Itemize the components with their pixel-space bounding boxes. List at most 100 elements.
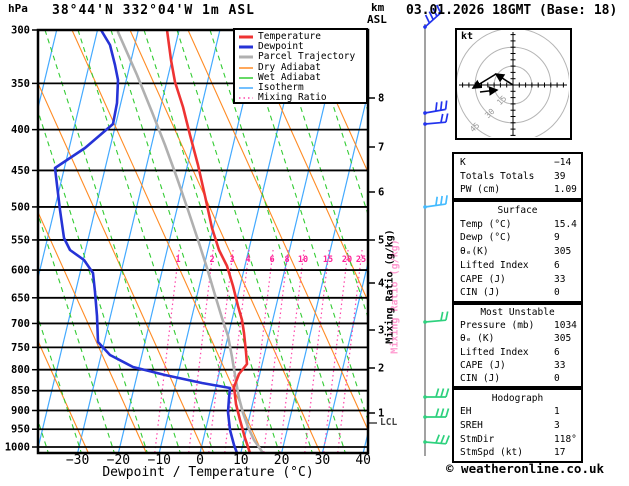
- table-row-value: 15.4: [554, 218, 577, 230]
- station-title: 38°44'N 332°04'W 1m ASL: [52, 3, 256, 18]
- mixing-ratio-line: [323, 249, 349, 453]
- legend-line-sample: [239, 97, 253, 99]
- table-row-label: CAPE (J): [460, 273, 506, 285]
- table-row-label: θₑ(K): [460, 246, 489, 257]
- table-row-label: CIN (J): [460, 372, 501, 384]
- mixing-ratio-value-label: 15: [323, 255, 333, 265]
- table-row-value: 1.09: [554, 184, 577, 196]
- most-unstable-table: Most Unstable Pressure (mb) 1034 θₑ (K) 305 L…: [452, 303, 583, 388]
- pressure-axis-unit: hPa: [8, 2, 28, 15]
- wind-barb-dot: [423, 395, 427, 399]
- dry-adiabat-line: [38, 81, 205, 453]
- legend-item-label: Parcel Trajectory: [258, 51, 356, 63]
- legend-line-sample: [239, 35, 253, 39]
- table-row-value: 6: [554, 259, 560, 271]
- pressure-tick-label: 600: [11, 265, 30, 277]
- wind-barb: [423, 113, 449, 126]
- wind-barb: [423, 195, 448, 209]
- table-section-title: Most Unstable: [480, 307, 555, 319]
- pressure-tick-label: 650: [11, 292, 30, 304]
- table-row-label: Totals Totals: [460, 170, 535, 182]
- wind-barb-dot: [423, 440, 427, 444]
- mixing-ratio-value-label: 4: [245, 255, 250, 265]
- table-row-label: θₑ (K): [460, 333, 495, 345]
- surface-table: Surface Temp (°C) 15.4 Dewp (°C) 9 θₑ(K) 305 Li…: [452, 200, 583, 303]
- indices-table: K −14 Totals Totals 39 PW (cm) 1.09: [452, 152, 583, 200]
- wind-barb: [423, 311, 449, 324]
- mixing-ratio-value-label: 25: [356, 255, 366, 265]
- table-row: K −14: [454, 157, 581, 168]
- skewt-sounding-page: { "header": { "pressure_unit": "hPa", "t…: [0, 0, 629, 486]
- table-row-label: Lifted Index: [460, 346, 529, 358]
- pressure-tick-label: 300: [11, 25, 30, 37]
- legend-item-label: Mixing Ratio: [258, 92, 327, 104]
- table-row: Temp (°C) 15.4: [454, 219, 581, 230]
- table-row: StmSpd (kt) 17: [454, 447, 581, 458]
- mixing-ratio-value-label: 10: [298, 255, 308, 265]
- table-row-label: Temp (°C): [460, 218, 512, 230]
- legend: Temperature Dewpoint Parcel Trajectory Dry …: [233, 28, 368, 104]
- hodograph-unit-label: kt: [461, 31, 474, 42]
- table-row-label: Dewp (°C): [460, 232, 512, 244]
- table-row: Lifted Index 6: [454, 347, 581, 358]
- pressure-tick-label: 850: [11, 385, 30, 397]
- legend-line-sample: [239, 66, 253, 69]
- table-row: θₑ(K) 305: [454, 246, 581, 257]
- pressure-tick-label: 950: [11, 424, 30, 436]
- km-tick-label: 7: [378, 142, 384, 154]
- pressure-tick-label: 700: [11, 318, 30, 330]
- pressure-tick-label: 500: [11, 201, 30, 213]
- table-section-title: Hodograph: [491, 392, 544, 404]
- mixing-ratio-line: [304, 249, 330, 453]
- table-row-label: Pressure (mb): [460, 320, 535, 332]
- table-section-title: Surface: [497, 204, 538, 216]
- table-row: Dewp (°C) 9: [454, 232, 581, 243]
- km-tick-label: 2: [378, 363, 384, 375]
- table-row-value: 33: [554, 359, 566, 371]
- table-row-value: 6: [554, 346, 560, 358]
- table-row-label: SREH: [460, 419, 483, 431]
- legend-line-sample: [239, 45, 253, 49]
- mixing-ratio-line: [263, 249, 289, 453]
- table-row-value: 0: [554, 287, 560, 299]
- isotherm-line: [117, 30, 221, 453]
- wind-barb-dot: [423, 320, 427, 324]
- table-row: Totals Totals 39: [454, 171, 581, 182]
- table-row: CIN (J) 0: [454, 373, 581, 384]
- table-row-value: 305: [554, 333, 572, 345]
- isotherm-line: [38, 30, 139, 451]
- table-row-value: −14: [554, 156, 572, 168]
- legend-item: Mixing Ratio: [239, 93, 366, 103]
- mixing-ratio-value-label: 20: [342, 255, 352, 265]
- table-row-value: 0: [554, 372, 560, 384]
- table-row: SREH 3: [454, 420, 581, 431]
- mixing-ratio-value-label: 2: [209, 255, 214, 265]
- table-row-label: StmSpd (kt): [460, 447, 523, 459]
- table-row-value: 305: [554, 246, 572, 257]
- mixing-ratio-value-label: 6: [269, 255, 274, 265]
- hodograph-trace-segment: [494, 73, 514, 86]
- table-row-value: 1: [554, 406, 560, 418]
- altitude-axis-unit-2: ASL: [367, 13, 387, 26]
- table-row: θₑ (K) 305: [454, 333, 581, 344]
- pressure-tick-label: 350: [11, 78, 30, 90]
- pressure-tick-label: 550: [11, 234, 30, 246]
- legend-line-sample: [239, 87, 253, 89]
- table-row-value: 39: [554, 170, 566, 182]
- mixing-ratio-axis-label: Mixing Ratio (g/kg): [384, 229, 396, 344]
- wind-barb: [423, 408, 450, 419]
- table-row-value: 3: [554, 419, 560, 431]
- table-row: PW (cm) 1.09: [454, 184, 581, 195]
- table-row: EH 1: [454, 406, 581, 417]
- km-tick-label: 8: [378, 93, 384, 105]
- table-row-value: 1034: [554, 320, 577, 332]
- lcl-label: LCL: [380, 417, 398, 428]
- wind-barb-dot: [423, 111, 427, 115]
- mixing-ratio-value-label: 3: [229, 255, 234, 265]
- mixing-ratio-value-label: 1: [175, 255, 180, 265]
- table-row-value: 17: [554, 447, 566, 459]
- valid-datetime: 03.01.2026 18GMT (Base: 18): [406, 3, 618, 18]
- km-tick-label: 4: [378, 278, 384, 290]
- table-row-label: CAPE (J): [460, 359, 506, 371]
- hodograph-panel: 15 30 45: [455, 27, 572, 143]
